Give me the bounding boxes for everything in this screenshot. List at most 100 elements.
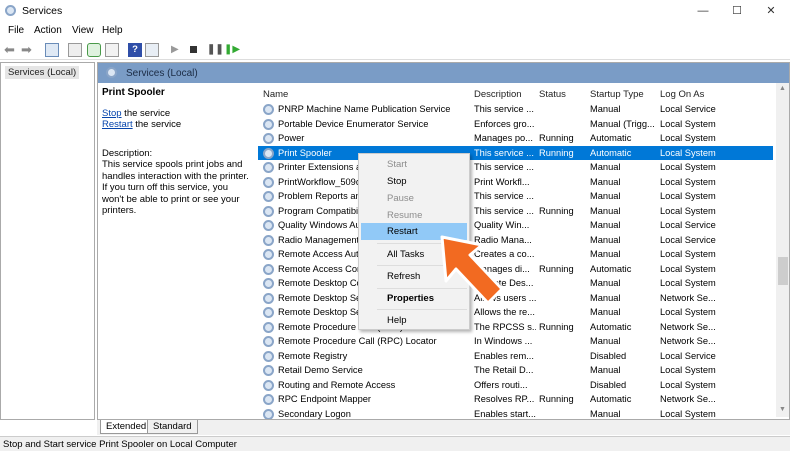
column-description[interactable]: Description: [474, 89, 522, 100]
table-row[interactable]: Problem Reports and Solutions This servic…: [258, 189, 773, 204]
tab-extended[interactable]: Extended: [100, 420, 153, 434]
service-gear-icon: [263, 321, 274, 333]
restart-link[interactable]: Restart: [102, 119, 133, 130]
stop-link[interactable]: Stop: [102, 108, 122, 119]
cell-startup-type: Automatic: [590, 133, 632, 144]
properties-icon[interactable]: [68, 43, 82, 57]
table-row[interactable]: Remote Procedure Call (RPC) The RPCSS s..…: [258, 320, 773, 335]
table-row[interactable]: Retail Demo Service The Retail D... Manual…: [258, 363, 773, 378]
table-row[interactable]: Remote Desktop Configuration Remote Des..…: [258, 276, 773, 291]
cell-startup-type: Manual: [590, 278, 621, 289]
cell-startup-type: Manual: [590, 292, 621, 303]
menu-file[interactable]: File: [8, 25, 24, 36]
cell-description: Enables rem...: [474, 350, 534, 361]
cell-startup-type: Manual: [590, 234, 621, 245]
service-name-heading: Print Spooler: [102, 87, 165, 98]
table-row[interactable]: Print Spooler This service ... Running Auto…: [258, 145, 773, 161]
minimize-button[interactable]: —: [686, 0, 720, 22]
cell-log-on-as: Local System: [660, 278, 716, 289]
cell-description: Enforces gro...: [474, 118, 535, 129]
service-gear-icon: [263, 220, 274, 232]
vertical-scrollbar[interactable]: ▲ ▼: [776, 83, 789, 417]
column-status[interactable]: Status: [539, 89, 566, 100]
show-console-tree-icon[interactable]: [45, 43, 59, 57]
service-gear-icon: [263, 162, 274, 174]
table-row[interactable]: Routing and Remote Access Offers routi...…: [258, 378, 773, 393]
table-row[interactable]: PrintWorkflow_509d1 Print Workfl... Manual…: [258, 175, 773, 190]
cell-startup-type: Manual: [590, 162, 621, 173]
cell-log-on-as: Network Se...: [660, 394, 716, 405]
toolbar: ⬅ ➡ ? ▶ ❚❚ ❚▶: [0, 40, 790, 60]
menu-action[interactable]: Action: [34, 25, 62, 36]
service-gear-icon: [263, 394, 274, 406]
cell-log-on-as: Local System: [660, 191, 716, 202]
cell-description: This service ...: [474, 147, 534, 158]
table-row[interactable]: Remote Procedure Call (RPC) Locator In Wi…: [258, 334, 773, 349]
table-row[interactable]: Remote Registry Enables rem... Disabled Loc…: [258, 349, 773, 364]
help-icon[interactable]: ?: [128, 43, 142, 57]
table-row[interactable]: Printer Extensions and Notifications This…: [258, 160, 773, 175]
column-name[interactable]: Name: [263, 89, 288, 100]
menu-bar: File Action View Help: [0, 23, 790, 39]
console-tree: Services (Local): [0, 62, 95, 420]
show-hide-action-pane-icon[interactable]: [145, 43, 159, 57]
scroll-down-icon[interactable]: ▼: [779, 406, 786, 413]
close-button[interactable]: ✕: [754, 0, 788, 22]
table-row[interactable]: Remote Access Auto Connection Creates a c…: [258, 247, 773, 262]
cell-startup-type: Manual: [590, 104, 621, 114]
table-row[interactable]: PNRP Machine Name Publication Service Thi…: [258, 102, 773, 117]
stop-service-icon[interactable]: [190, 46, 197, 53]
tab-standard[interactable]: Standard: [147, 420, 198, 434]
menu-help[interactable]: Help: [102, 25, 123, 36]
table-row[interactable]: Remote Desktop Services UserMode Allows t…: [258, 305, 773, 320]
pause-service-icon[interactable]: ❚❚: [207, 43, 224, 57]
cell-log-on-as: Local Service: [660, 220, 716, 231]
cell-description: Enables start...: [474, 408, 536, 419]
services-icon: [106, 67, 117, 78]
scroll-up-icon[interactable]: ▲: [779, 85, 786, 92]
service-gear-icon: [263, 118, 274, 130]
description-label: Description:: [102, 148, 153, 159]
table-row[interactable]: RPC Endpoint Mapper Resolves RP... Running…: [258, 392, 773, 407]
cell-name: Secondary Logon: [278, 408, 351, 419]
table-row[interactable]: Quality Windows Audio Video Quality Win..…: [258, 218, 773, 233]
forward-icon[interactable]: ➡: [21, 43, 35, 57]
cell-description: Manages po...: [474, 133, 533, 144]
table-row[interactable]: Power Manages po... Running Automatic Local …: [258, 131, 773, 146]
menu-item-start[interactable]: Start: [361, 156, 467, 173]
cell-log-on-as: Local System: [660, 118, 716, 129]
menu-item-resume[interactable]: Resume: [361, 207, 467, 224]
cell-log-on-as: Network Se...: [660, 336, 716, 347]
cell-log-on-as: Local System: [660, 249, 716, 260]
back-icon[interactable]: ⬅: [4, 43, 18, 57]
service-gear-icon: [263, 350, 274, 362]
restart-service-icon[interactable]: ❚▶: [224, 43, 240, 57]
service-gear-icon: [263, 408, 274, 419]
menu-view[interactable]: View: [72, 25, 94, 36]
table-row[interactable]: Remote Access Connection Manager Manages …: [258, 262, 773, 277]
restart-link-text: the service: [132, 119, 182, 130]
table-row[interactable]: Remote Desktop Services Allows users ... M…: [258, 291, 773, 306]
refresh-icon[interactable]: [87, 43, 101, 57]
cell-name: PNRP Machine Name Publication Service: [278, 104, 451, 114]
start-service-icon[interactable]: ▶: [171, 43, 185, 57]
scrollbar-thumb[interactable]: [778, 257, 788, 285]
menu-item-pause[interactable]: Pause: [361, 190, 467, 207]
cell-description: The Retail D...: [474, 365, 534, 376]
table-row[interactable]: Program Compatibility Assistant This serv…: [258, 204, 773, 219]
table-row[interactable]: Radio Management Service Radio Mana... Man…: [258, 233, 773, 248]
table-row[interactable]: Secondary Logon Enables start... Manual Loc…: [258, 407, 773, 419]
tree-node-services-local[interactable]: Services (Local): [5, 66, 80, 79]
stop-link-text: the service: [121, 108, 171, 119]
cell-startup-type: Manual: [590, 249, 621, 260]
cell-description: This service ...: [474, 191, 534, 202]
maximize-button[interactable]: ☐: [720, 0, 754, 22]
column-log-on-as[interactable]: Log On As: [660, 89, 704, 100]
cell-startup-type: Automatic: [590, 147, 632, 158]
cell-log-on-as: Local System: [660, 176, 716, 187]
table-row[interactable]: Portable Device Enumerator Service Enforc…: [258, 117, 773, 132]
export-icon[interactable]: [105, 43, 119, 57]
menu-item-stop[interactable]: Stop: [361, 173, 467, 190]
column-startup-type[interactable]: Startup Type: [590, 89, 644, 100]
cell-description: Print Workfl...: [474, 176, 530, 187]
